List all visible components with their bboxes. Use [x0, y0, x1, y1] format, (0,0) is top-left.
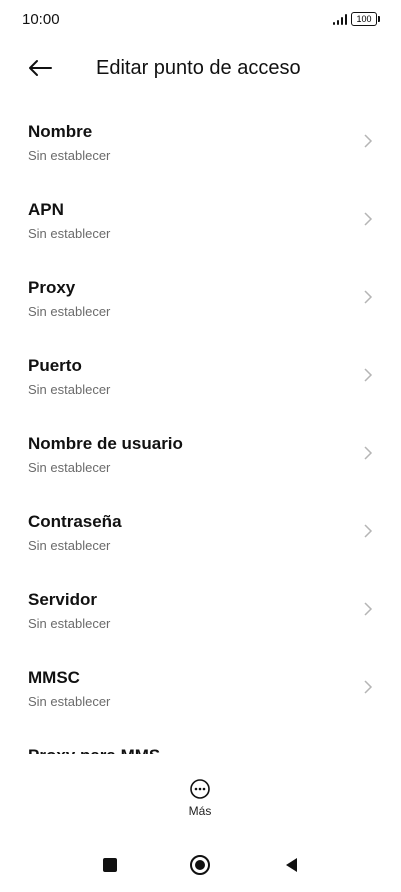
battery-level: 100 — [356, 14, 372, 24]
square-icon — [103, 858, 117, 872]
list-item-subtitle: Sin establecer — [28, 616, 111, 631]
list-item-title: Servidor — [28, 590, 97, 609]
list-item-title: MMSC — [28, 668, 80, 687]
arrow-left-icon — [29, 60, 52, 76]
back-triangle-icon — [286, 858, 297, 872]
list-item-servidor[interactable]: Servidor Sin establecer — [0, 568, 401, 646]
more-dots-icon — [190, 779, 210, 799]
list-item-proxy[interactable]: Proxy Sin establecer — [0, 256, 401, 334]
list-item-title: Proxy — [28, 278, 76, 297]
back-nav-button[interactable] — [280, 853, 304, 877]
status-icons: 100 — [333, 12, 380, 26]
system-navbar — [0, 845, 401, 885]
list-item-title: Proxy para MMS — [28, 746, 160, 754]
list-item-subtitle: Sin establecer — [28, 694, 111, 709]
list-item-subtitle: Sin establecer — [28, 538, 111, 553]
list-item-nombre-de-usuario[interactable]: Nombre de usuario Sin establecer — [0, 412, 401, 490]
more-button[interactable]: Más — [170, 778, 230, 822]
list-item-subtitle: Sin establecer — [28, 304, 111, 319]
list-item-contrasena[interactable]: Contraseña Sin establecer — [0, 490, 401, 568]
home-button[interactable] — [188, 853, 212, 877]
chevron-right-icon — [364, 680, 373, 694]
chevron-right-icon — [364, 524, 373, 538]
app-header: Editar punto de acceso — [0, 40, 401, 96]
chevron-right-icon — [364, 134, 373, 148]
recents-button[interactable] — [98, 853, 122, 877]
status-time: 10:00 — [22, 11, 60, 28]
back-button[interactable] — [22, 50, 58, 86]
status-bar: 10:00 100 — [0, 0, 401, 40]
list-item-subtitle: Sin establecer — [28, 226, 111, 241]
list-item-subtitle: Sin establecer — [28, 382, 111, 397]
chevron-right-icon — [364, 446, 373, 460]
page-title: Editar punto de acceso — [96, 57, 301, 79]
list-item-mmsc[interactable]: MMSC Sin establecer — [0, 646, 401, 724]
list-item-title: Contraseña — [28, 512, 122, 531]
list-item-subtitle: Sin establecer — [28, 460, 111, 475]
list-item-title: Nombre de usuario — [28, 434, 183, 453]
chevron-right-icon — [364, 290, 373, 304]
list-item-apn[interactable]: APN Sin establecer — [0, 178, 401, 256]
settings-list: Nombre Sin establecer APN Sin establecer… — [0, 100, 401, 754]
list-item-subtitle: Sin establecer — [28, 148, 111, 163]
battery-icon: 100 — [351, 12, 380, 26]
chevron-right-icon — [364, 212, 373, 226]
list-item-title: Nombre — [28, 122, 93, 141]
list-item-proxy-mms[interactable]: Proxy para MMS — [0, 724, 401, 754]
list-item-title: APN — [28, 200, 64, 219]
more-label: Más — [188, 804, 212, 818]
chevron-right-icon — [364, 602, 373, 616]
home-circle-icon — [190, 855, 210, 875]
list-item-puerto[interactable]: Puerto Sin establecer — [0, 334, 401, 412]
list-item-title: Puerto — [28, 356, 82, 375]
signal-icon — [333, 13, 347, 25]
chevron-right-icon — [364, 368, 373, 382]
list-item-nombre[interactable]: Nombre Sin establecer — [0, 100, 401, 178]
